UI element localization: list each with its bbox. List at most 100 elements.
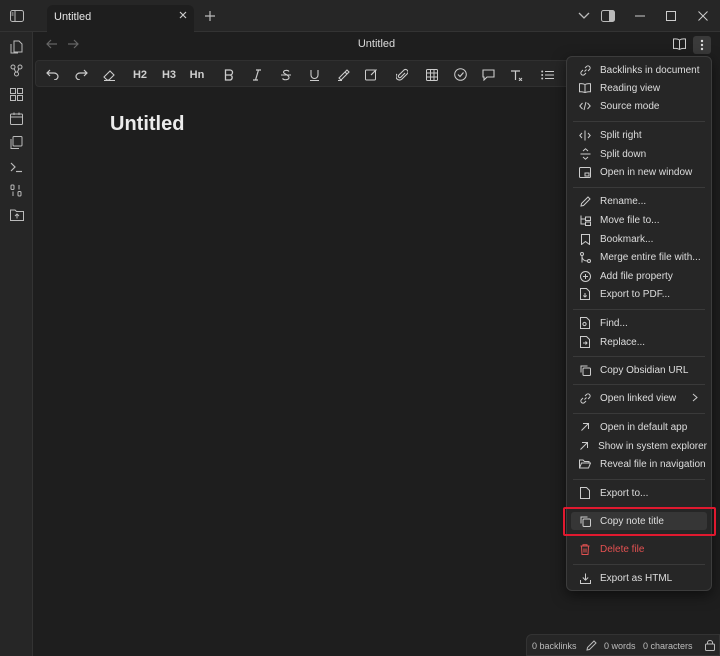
git-merge-icon bbox=[575, 251, 595, 263]
view-header: Untitled bbox=[33, 32, 720, 58]
menu-item-export-html[interactable]: Export as HTML bbox=[571, 569, 707, 587]
edit-format-icon[interactable] bbox=[363, 66, 380, 83]
table-icon[interactable] bbox=[423, 66, 440, 83]
menu-item-backlinks[interactable]: Backlinks in document bbox=[571, 61, 707, 79]
menu-item-split-down[interactable]: Split down bbox=[571, 145, 707, 163]
split-right-icon bbox=[575, 130, 595, 141]
link-icon bbox=[575, 392, 595, 404]
menu-item-reading-view[interactable]: Reading view bbox=[571, 79, 707, 97]
folder-upload-icon[interactable] bbox=[8, 206, 25, 223]
title-bar: Untitled bbox=[0, 0, 720, 32]
terminal-icon[interactable] bbox=[8, 158, 25, 175]
menu-divider bbox=[573, 564, 705, 565]
files-icon[interactable] bbox=[8, 38, 25, 55]
menu-item-open-new-window[interactable]: Open in new window bbox=[571, 163, 707, 181]
backlinks-count[interactable]: 0 backlinks bbox=[532, 641, 577, 651]
clear-format-icon[interactable] bbox=[508, 66, 525, 83]
menu-item-rename[interactable]: Rename... bbox=[571, 192, 707, 210]
menu-item-move-file[interactable]: Move file to... bbox=[571, 211, 707, 229]
chevron-right-icon bbox=[692, 393, 698, 402]
editing-toolbar: H2 H3 Hn bbox=[35, 60, 575, 87]
left-ribbon bbox=[0, 32, 33, 656]
menu-item-merge-file[interactable]: Merge entire file with... bbox=[571, 248, 707, 266]
bookmark-icon bbox=[575, 233, 595, 245]
reading-view-book-icon[interactable] bbox=[673, 38, 686, 50]
status-bar: 0 backlinks 0 words 0 characters bbox=[526, 634, 720, 656]
strikethrough-icon[interactable] bbox=[277, 66, 294, 83]
maximize-icon[interactable] bbox=[655, 0, 687, 32]
arrow-up-right-icon bbox=[575, 441, 593, 451]
sync-status-icon[interactable] bbox=[705, 640, 715, 651]
highlighter-icon[interactable] bbox=[335, 66, 352, 83]
plus-circle-icon bbox=[575, 270, 595, 282]
sidebar-toggle-icon[interactable] bbox=[1, 0, 33, 32]
file-replace-icon bbox=[575, 336, 595, 348]
italic-icon[interactable] bbox=[248, 66, 265, 83]
menu-item-replace[interactable]: Replace... bbox=[571, 333, 707, 351]
pencil-icon bbox=[575, 195, 595, 207]
redo-icon[interactable] bbox=[73, 66, 90, 83]
highlight-annotation-box bbox=[563, 507, 716, 536]
close-window-icon[interactable] bbox=[687, 0, 719, 32]
menu-divider bbox=[573, 356, 705, 357]
close-tab-icon[interactable] bbox=[178, 10, 188, 20]
menu-item-open-default-app[interactable]: Open in default app bbox=[571, 418, 707, 436]
menu-divider bbox=[573, 479, 705, 480]
file-search-icon bbox=[575, 317, 595, 329]
heading-n-button[interactable]: Hn bbox=[186, 66, 208, 83]
minimize-icon[interactable] bbox=[624, 0, 656, 32]
menu-item-add-property[interactable]: Add file property bbox=[571, 267, 707, 285]
menu-divider bbox=[573, 309, 705, 310]
pencil-icon[interactable] bbox=[586, 640, 597, 651]
word-count: 0 words bbox=[604, 641, 636, 651]
folder-open-icon bbox=[575, 459, 595, 469]
menu-item-reveal-in-navigation[interactable]: Reveal file in navigation bbox=[571, 455, 707, 473]
graph-view-icon[interactable] bbox=[8, 62, 25, 79]
eraser-icon[interactable] bbox=[101, 66, 118, 83]
calendar-icon[interactable] bbox=[8, 110, 25, 127]
menu-divider bbox=[573, 121, 705, 122]
file-down-icon bbox=[575, 288, 595, 300]
menu-item-bookmark[interactable]: Bookmark... bbox=[571, 230, 707, 248]
underline-icon[interactable] bbox=[306, 66, 323, 83]
menu-item-delete-file[interactable]: Delete file bbox=[571, 540, 707, 558]
bold-icon[interactable] bbox=[220, 66, 237, 83]
templates-icon[interactable] bbox=[8, 134, 25, 151]
canvas-icon[interactable] bbox=[8, 86, 25, 103]
arrow-up-right-icon bbox=[575, 422, 595, 432]
bullet-list-icon[interactable] bbox=[539, 66, 556, 83]
book-open-icon bbox=[575, 83, 595, 93]
undo-icon[interactable] bbox=[44, 66, 61, 83]
tab-title: Untitled bbox=[54, 11, 92, 23]
new-tab-icon[interactable] bbox=[194, 0, 226, 32]
heading-2-button[interactable]: H2 bbox=[130, 66, 150, 83]
menu-item-source-mode[interactable]: Source mode bbox=[571, 97, 707, 115]
comment-icon[interactable] bbox=[480, 66, 497, 83]
menu-item-copy-obsidian-url[interactable]: Copy Obsidian URL bbox=[571, 361, 707, 379]
download-icon bbox=[575, 573, 595, 584]
note-title[interactable]: Untitled bbox=[110, 113, 184, 136]
menu-item-export-pdf[interactable]: Export to PDF... bbox=[571, 285, 707, 303]
tab-untitled[interactable]: Untitled bbox=[47, 5, 194, 32]
split-down-icon bbox=[575, 148, 595, 160]
checkbox-icon[interactable] bbox=[452, 66, 469, 83]
trash-icon bbox=[575, 543, 595, 555]
menu-item-find[interactable]: Find... bbox=[571, 314, 707, 332]
folder-tree-icon bbox=[575, 215, 595, 226]
menu-item-open-linked-view[interactable]: Open linked view bbox=[571, 389, 707, 407]
more-options-icon[interactable] bbox=[693, 36, 711, 54]
menu-item-export-to[interactable]: Export to... bbox=[571, 484, 707, 502]
right-sidebar-toggle-icon[interactable] bbox=[592, 0, 624, 32]
paperclip-icon[interactable] bbox=[393, 66, 410, 83]
backlinks-icon bbox=[575, 64, 595, 76]
menu-item-split-right[interactable]: Split right bbox=[571, 126, 707, 144]
view-title[interactable]: Untitled bbox=[33, 38, 720, 50]
menu-item-show-system-explorer[interactable]: Show in system explorer bbox=[571, 437, 707, 455]
new-window-icon bbox=[575, 166, 595, 178]
copy-icon bbox=[575, 365, 595, 376]
menu-divider bbox=[573, 187, 705, 188]
heading-3-button[interactable]: H3 bbox=[159, 66, 179, 83]
code-icon bbox=[575, 101, 595, 111]
menu-divider bbox=[573, 384, 705, 385]
binary-icon[interactable] bbox=[8, 182, 25, 199]
